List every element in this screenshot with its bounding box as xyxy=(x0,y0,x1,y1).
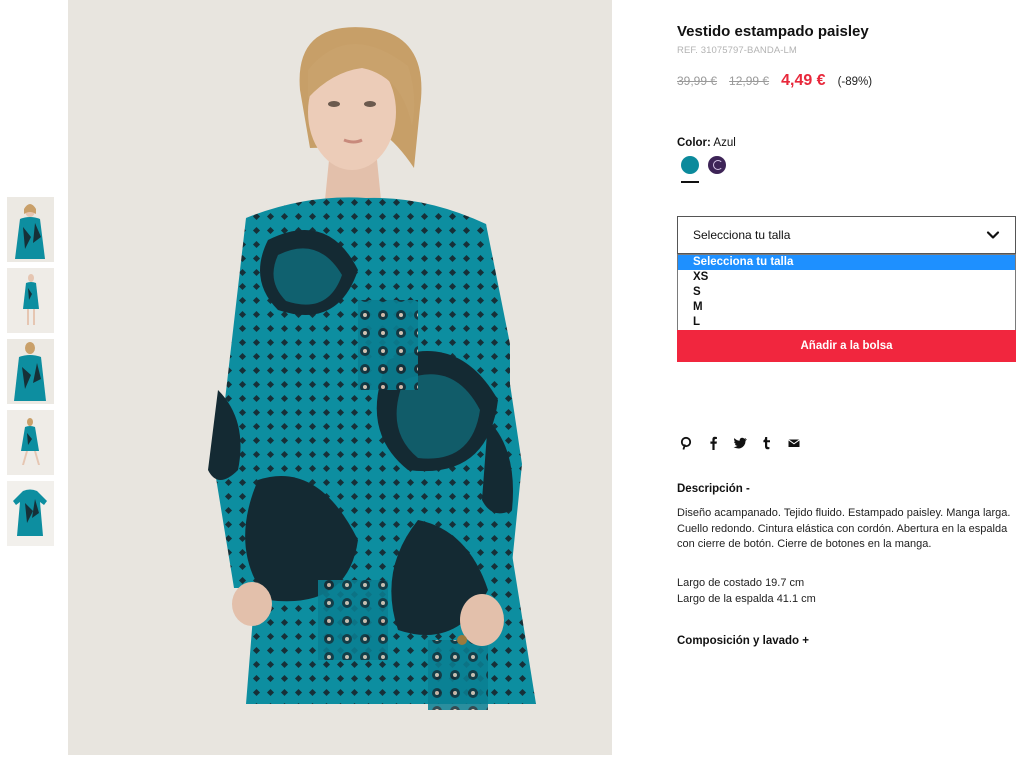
chevron-down-icon xyxy=(986,231,1000,239)
twitter-icon[interactable] xyxy=(733,436,747,450)
thumbnail-1[interactable] xyxy=(7,197,54,262)
thumbnail-3[interactable] xyxy=(7,339,54,404)
size-option-l[interactable]: L xyxy=(678,315,1015,330)
price-original: 39,99 € xyxy=(677,74,718,88)
add-to-bag-button[interactable]: Añadir a la bolsa xyxy=(677,330,1016,362)
color-value: Azul xyxy=(713,137,736,149)
thumbnail-5[interactable] xyxy=(7,481,54,546)
size-option-s[interactable]: S xyxy=(678,285,1015,300)
tumblr-icon[interactable] xyxy=(760,436,774,450)
composition-toggle[interactable]: Composición y lavado + xyxy=(677,635,809,647)
color-label: Color: xyxy=(677,137,711,149)
description-dimensions: Largo de costado 19.7 cm Largo de la esp… xyxy=(677,576,1016,607)
discount-label: (-89%) xyxy=(837,76,873,88)
price-current: 4,49 € xyxy=(781,72,826,89)
color-swatch-teal[interactable] xyxy=(681,156,699,174)
length-side: Largo de costado 19.7 cm xyxy=(677,577,805,589)
color-label-row: Color: Azul xyxy=(677,137,736,149)
size-option-xs[interactable]: XS xyxy=(678,270,1015,285)
thumbnail-4[interactable] xyxy=(7,410,54,475)
price-previous: 12,99 € xyxy=(729,74,770,88)
color-swatches xyxy=(681,156,735,174)
length-back: Largo de la espalda 41.1 cm xyxy=(677,592,816,605)
size-select-value: Selecciona tu talla xyxy=(693,228,791,242)
color-swatch-purple[interactable] xyxy=(708,156,726,174)
product-title: Vestido estampado paisley xyxy=(677,23,869,40)
share-icons xyxy=(679,436,814,450)
pinterest-icon[interactable] xyxy=(679,436,693,450)
size-select[interactable]: Selecciona tu talla xyxy=(677,216,1016,254)
facebook-icon[interactable] xyxy=(706,436,720,450)
product-reference: REF. 31075797-BANDA-LM xyxy=(677,45,797,56)
size-dropdown-list: Selecciona tu talla XS S M L xyxy=(677,254,1016,331)
thumbnail-2[interactable] xyxy=(7,268,54,333)
description-toggle[interactable]: Descripción - xyxy=(677,483,750,495)
size-option-placeholder[interactable]: Selecciona tu talla xyxy=(678,255,1015,270)
selected-swatch-indicator xyxy=(681,181,699,183)
product-main-image[interactable] xyxy=(68,0,612,755)
email-icon[interactable] xyxy=(787,436,801,450)
description-text: Diseño acampanado. Tejido fluido. Estamp… xyxy=(677,507,1011,550)
price-row: 39,99 € 12,99 € 4,49 € (-89%) xyxy=(677,72,872,90)
thumbnail-strip xyxy=(7,197,54,552)
size-option-m[interactable]: M xyxy=(678,300,1015,315)
